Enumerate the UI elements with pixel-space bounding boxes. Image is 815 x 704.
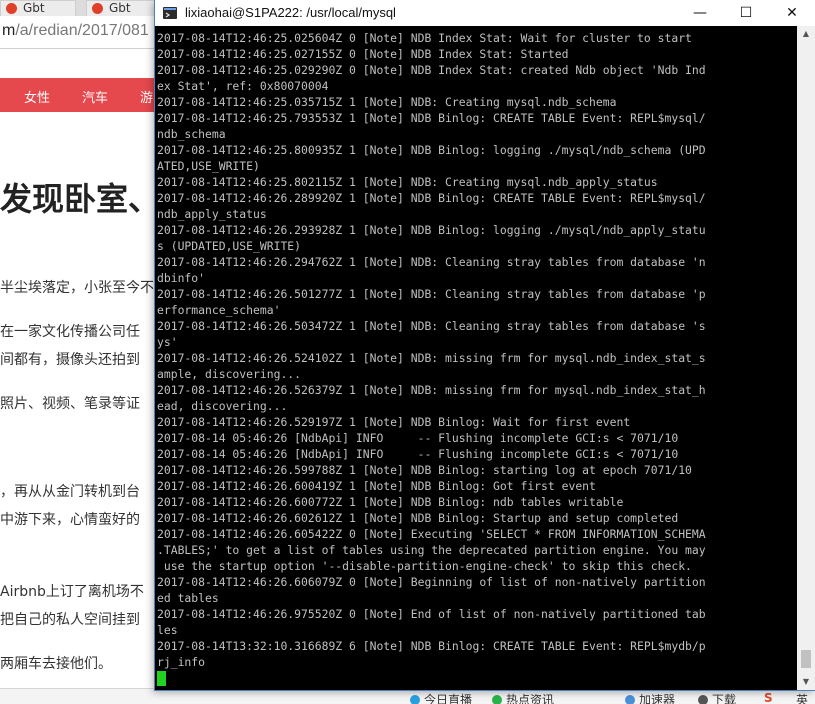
scroll-up-arrow-icon[interactable]: ▲ [797, 26, 815, 42]
status-item-download[interactable]: 下载 [698, 691, 736, 704]
terminal-line: 2017-08-14T12:46:26.600419Z 1 [Note] NDB… [157, 479, 596, 493]
terminal-console[interactable]: 2017-08-14T12:46:25.025604Z 0 [Note] NDB… [157, 30, 797, 688]
site-favicon-icon [6, 3, 17, 14]
browser-tab[interactable]: Gbt [86, 0, 156, 16]
terminal-line: 2017-08-14T12:46:26.289920Z 1 [Note] NDB… [157, 191, 706, 205]
article-paragraph: 间都有，摄像头还拍到 [0, 352, 140, 368]
input-method-logo[interactable]: S [764, 691, 773, 704]
terminal-line: rj_info [157, 655, 206, 669]
terminal-line: 2017-08-14T12:46:26.605422Z 0 [Note] Exe… [157, 527, 706, 541]
terminal-line: ed tables [157, 591, 219, 605]
terminal-line: dbinfo' [157, 271, 206, 285]
scrollbar-thumb[interactable] [801, 650, 811, 668]
status-item-accelerator[interactable]: 加速器 [625, 691, 675, 704]
terminal-line: 2017-08-14T12:46:25.800935Z 1 [Note] NDB… [157, 143, 706, 157]
browser-tab-label: Gbt [23, 1, 45, 15]
terminal-line: 2017-08-14T12:46:25.793553Z 1 [Note] NDB… [157, 111, 706, 125]
terminal-line: 2017-08-14T12:46:26.503472Z 1 [Note] NDB… [157, 319, 706, 333]
article-paragraph: 照片、视频、笔录等证 [0, 396, 140, 412]
terminal-line: 2017-08-14T12:46:26.529197Z 1 [Note] NDB… [157, 415, 631, 429]
terminal-line: 2017-08-14T12:46:26.975520Z 0 [Note] End… [157, 607, 706, 621]
article-paragraph: ，再从从金门转机到台 [0, 484, 140, 500]
status-item-label: 热点资讯 [506, 693, 555, 704]
terminal-line: ead, discovering... [157, 399, 288, 413]
terminal-line: ndb_schema [157, 127, 226, 141]
terminal-line: 2017-08-14T12:46:26.293928Z 1 [Note] NDB… [157, 223, 706, 237]
terminal-line: 2017-08-14T12:46:26.600772Z 1 [Note] NDB… [157, 495, 624, 509]
terminal-line: 2017-08-14T12:46:25.029290Z 0 [Note] NDB… [157, 63, 706, 77]
terminal-line: ex Stat', ref: 0x80070004 [157, 79, 329, 93]
terminal-line: ys' [157, 335, 178, 349]
status-item-news[interactable]: 热点资讯 [492, 691, 554, 704]
terminal-line: 2017-08-14T12:46:26.294762Z 1 [Note] NDB… [157, 255, 706, 269]
browser-tab[interactable]: Gbt [0, 0, 76, 16]
status-item-label: 下载 [712, 693, 737, 704]
terminal-line: 2017-08-14 05:46:26 [NdbApi] INFO -- Flu… [157, 431, 679, 445]
terminal-scrollbar[interactable]: ▲ ▼ [797, 26, 815, 690]
input-language-indicator[interactable]: 英 [796, 691, 808, 704]
terminal-line: erformance_schema' [157, 303, 281, 317]
terminal-line: 2017-08-14T12:46:26.599788Z 1 [Note] NDB… [157, 463, 692, 477]
download-icon [698, 695, 708, 704]
terminal-line: 2017-08-14T13:32:10.316689Z 6 [Note] NDB… [157, 639, 706, 653]
terminal-line: les [157, 623, 178, 637]
terminal-line: ATED,USE_WRITE) [157, 159, 260, 173]
terminal-line: s (UPDATED,USE_WRITE) [157, 239, 302, 253]
terminal-line: 2017-08-14T12:46:25.802115Z 1 [Note] NDB… [157, 175, 658, 189]
url-host: m [2, 22, 16, 39]
minimize-button[interactable]: — [677, 0, 723, 26]
status-item-live[interactable]: 今日直播 [410, 691, 472, 704]
terminal-output: 2017-08-14T12:46:25.025604Z 0 [Note] NDB… [157, 30, 797, 670]
terminal-line: 2017-08-14T12:46:25.025604Z 0 [Note] NDB… [157, 31, 692, 45]
status-item-label: 今日直播 [424, 693, 473, 704]
nav-item-travel[interactable]: 游 [140, 87, 153, 106]
article-paragraph: 半尘埃落定，小张至今不 [0, 280, 154, 296]
browser-tab-label: Gbt [109, 1, 131, 15]
terminal-line: 2017-08-14T12:46:26.602612Z 1 [Note] NDB… [157, 511, 679, 525]
url-path: /a/redian/2017/081 [15, 22, 149, 39]
article-paragraph: Airbnb上订了离机场不 [0, 584, 144, 600]
close-button[interactable]: ✕ [769, 0, 815, 26]
news-icon [492, 695, 502, 704]
article-paragraph: 中游下来，心情蛮好的 [0, 512, 140, 528]
scroll-down-arrow-icon[interactable]: ▼ [797, 674, 815, 690]
article-paragraph: 两厢车去接他们。 [0, 656, 112, 672]
article-headline: 发现卧室、 [0, 180, 161, 218]
terminal-line: 2017-08-14T12:46:26.524102Z 1 [Note] NDB… [157, 351, 706, 365]
site-favicon-icon [92, 3, 103, 14]
terminal-app-icon [163, 7, 177, 19]
terminal-line: 2017-08-14 05:46:26 [NdbApi] INFO -- Flu… [157, 447, 679, 461]
terminal-line: use the startup option '--disable-partit… [157, 559, 692, 573]
status-item-label: 加速器 [639, 693, 676, 704]
terminal-line: 2017-08-14T12:46:26.501277Z 1 [Note] NDB… [157, 287, 706, 301]
browser-status-bar: 今日直播 热点资讯 加速器 下载 S 英 [0, 688, 815, 704]
play-icon [410, 695, 420, 704]
url-text[interactable]: m/a/redian/2017/081 [2, 22, 149, 40]
terminal-line: .TABLES;' to get a list of tables using … [157, 543, 706, 557]
terminal-line: ample, discovering... [157, 367, 302, 381]
article-paragraph: 把自己的私人空间挂到 [0, 612, 140, 628]
terminal-title: lixiaohai@S1PA222: /usr/local/mysql [185, 5, 396, 20]
speed-icon [625, 695, 635, 704]
terminal-line: 2017-08-14T12:46:26.606079Z 0 [Note] Beg… [157, 575, 706, 589]
terminal-window[interactable]: lixiaohai@S1PA222: /usr/local/mysql — ☐ … [155, 0, 815, 690]
terminal-line: 2017-08-14T12:46:25.035715Z 1 [Note] NDB… [157, 95, 617, 109]
nav-item-auto[interactable]: 汽车 [82, 87, 108, 106]
terminal-line: 2017-08-14T12:46:26.526379Z 1 [Note] NDB… [157, 383, 706, 397]
nav-item-women[interactable]: 女性 [24, 87, 50, 106]
article-paragraph: 在一家文化传播公司任 [0, 324, 140, 340]
terminal-cursor [157, 671, 166, 686]
terminal-line: ndb_apply_status [157, 207, 267, 221]
maximize-button[interactable]: ☐ [723, 0, 769, 26]
terminal-title-bar[interactable]: lixiaohai@S1PA222: /usr/local/mysql — ☐ … [155, 0, 815, 26]
terminal-line: 2017-08-14T12:46:25.027155Z 0 [Note] NDB… [157, 47, 569, 61]
